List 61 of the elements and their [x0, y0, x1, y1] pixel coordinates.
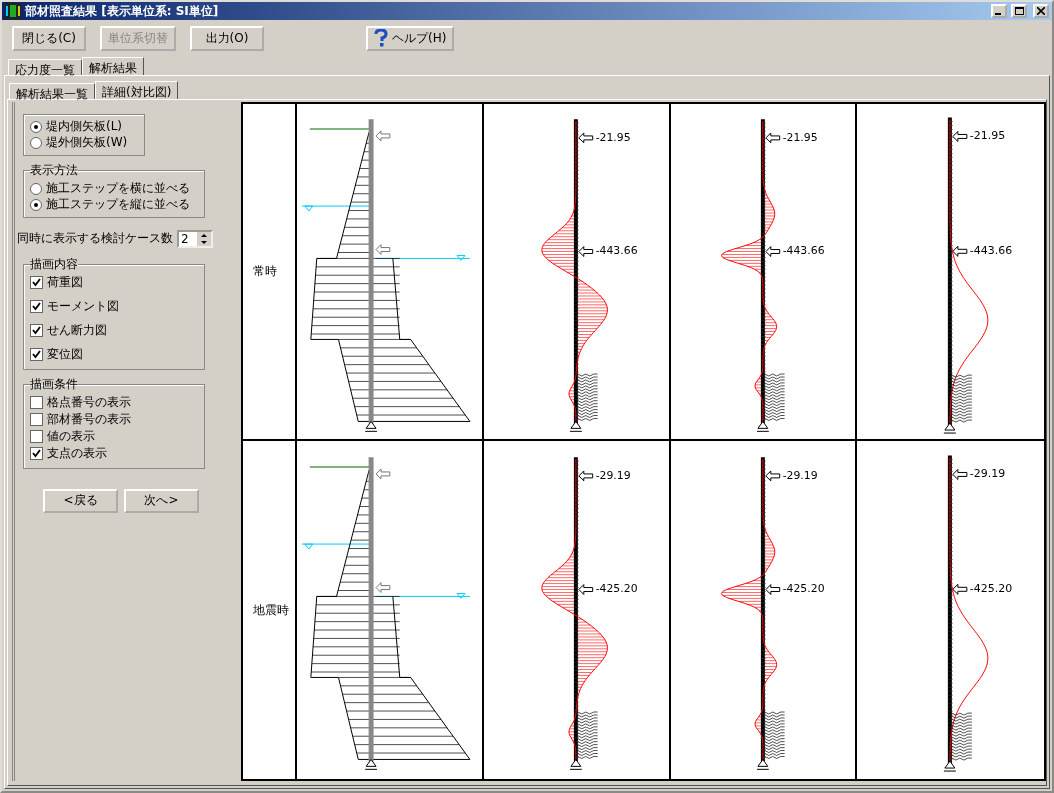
app-icon [5, 3, 21, 20]
value-label: -443.66 [595, 244, 638, 258]
nav-button[interactable]: 次へ> [124, 488, 199, 513]
value-label: -443.66 [782, 244, 825, 258]
radio-button[interactable] [30, 120, 42, 133]
question-mark-icon [374, 29, 388, 48]
option-label: 荷重図 [47, 274, 83, 292]
value-label: -425.20 [782, 582, 825, 596]
tab[interactable]: 解析結果一覧 [9, 82, 95, 99]
option-label: 格点番号の表示 [47, 394, 131, 412]
radio-button[interactable] [30, 198, 42, 211]
spin-arrows-icon [200, 232, 208, 245]
checkbox[interactable] [30, 300, 43, 314]
tab[interactable]: 応力度一覧 [8, 58, 82, 75]
case-count-label: 同時に表示する検討ケース数 [17, 230, 173, 248]
window-title: 部材照査結果 [表示単位系: SI単位] [25, 2, 220, 20]
group-title: 描画内容 [30, 255, 78, 273]
option-label: 堤外側矢板(W) [46, 134, 128, 152]
checkbox[interactable] [30, 447, 43, 461]
row-label: 地震時 [253, 601, 289, 619]
nav-button[interactable]: <戻る [43, 488, 118, 513]
checkbox[interactable] [30, 348, 43, 362]
value-label: -21.95 [782, 130, 818, 144]
value-label: -21.95 [970, 129, 1006, 143]
checkbox[interactable] [30, 324, 43, 338]
value-label: -425.20 [595, 582, 638, 596]
help-button[interactable]: ヘルプ(H) [366, 25, 455, 51]
option-label: 堤内側矢板(L) [46, 118, 123, 136]
value-label: -29.19 [782, 469, 818, 483]
option-label: 支点の表示 [47, 445, 107, 463]
tab[interactable]: 詳細(対比図) [95, 80, 179, 99]
checkbox[interactable] [30, 413, 43, 427]
value-label: -425.20 [970, 582, 1013, 596]
value-label: -21.95 [595, 130, 631, 144]
close-icon [1037, 7, 1045, 16]
toolbar-button[interactable]: 出力(O) [190, 25, 264, 51]
value-label: -29.19 [595, 469, 631, 483]
toolbar-button[interactable]: 閉じる(C) [12, 25, 86, 51]
close-button[interactable] [1033, 4, 1049, 19]
maximize-button[interactable] [1011, 4, 1027, 19]
group-title: 描画条件 [30, 375, 78, 393]
checkbox[interactable] [30, 430, 43, 444]
tab[interactable]: 解析結果 [82, 56, 144, 75]
group-title: 表示方法 [30, 161, 78, 179]
radio-button[interactable] [30, 136, 42, 149]
minimize-button[interactable] [991, 4, 1007, 19]
value-label: -443.66 [970, 244, 1013, 258]
option-label: モーメント図 [47, 298, 119, 316]
radio-button[interactable] [30, 182, 42, 195]
option-label: 値の表示 [47, 428, 95, 446]
checkbox[interactable] [30, 276, 43, 290]
option-label: 施工ステップを横に並べる [46, 180, 190, 198]
option-label: 部材番号の表示 [47, 411, 131, 429]
option-label: 変位図 [47, 346, 83, 364]
option-label: せん断力図 [47, 322, 107, 340]
value-label: -29.19 [970, 467, 1006, 481]
row-label: 常時 [253, 263, 277, 281]
option-label: 施工ステップを縦に並べる [46, 196, 190, 214]
case-count-spinner[interactable]: 2 [177, 229, 213, 248]
checkbox[interactable] [30, 396, 43, 410]
maximize-icon [1014, 7, 1024, 16]
